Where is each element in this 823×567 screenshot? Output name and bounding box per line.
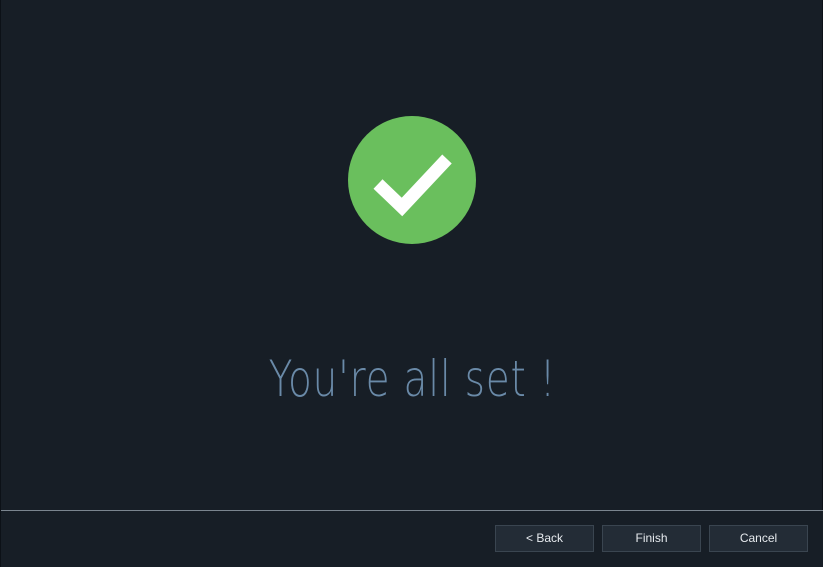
finish-button[interactable]: Finish bbox=[602, 525, 701, 552]
checkmark-icon bbox=[373, 154, 452, 217]
back-button[interactable]: < Back bbox=[495, 525, 594, 552]
check-circle-icon bbox=[348, 116, 476, 244]
cancel-button[interactable]: Cancel bbox=[709, 525, 808, 552]
completion-headline: You're all set ! bbox=[268, 350, 557, 408]
installer-window: You're all set ! < Back Finish Cancel bbox=[0, 0, 823, 567]
completion-panel: You're all set ! bbox=[1, 0, 823, 510]
wizard-footer: < Back Finish Cancel bbox=[1, 511, 823, 567]
